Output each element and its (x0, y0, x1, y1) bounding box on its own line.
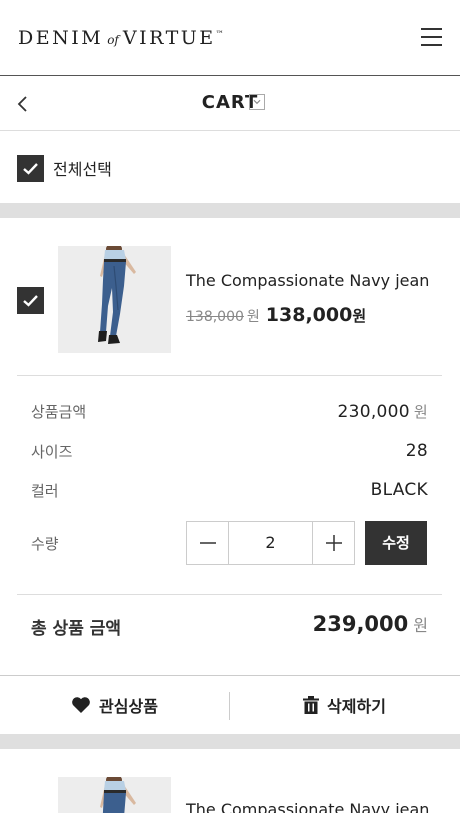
section-gap (0, 734, 460, 749)
add-to-wishlist-button[interactable]: 관심상품 (0, 676, 229, 734)
quantity-increase-button[interactable] (312, 522, 354, 564)
detail-value-price: 230,000 원 (337, 401, 428, 422)
total-price-amount: 239,000 (312, 612, 409, 636)
total-price-unit: 원 (413, 616, 428, 635)
cart-subheader: CART (0, 77, 460, 131)
detail-value-color: BLACK (370, 480, 428, 500)
original-price: 138,000 (186, 309, 244, 325)
quantity-input[interactable]: 2 (229, 522, 312, 564)
chevron-down-icon[interactable] (249, 94, 265, 110)
wishlist-label: 관심상품 (99, 697, 158, 716)
divider (17, 594, 442, 595)
detail-label-price: 상품금액 (31, 403, 87, 421)
minus-icon (199, 542, 216, 544)
detail-label-size: 사이즈 (31, 443, 73, 461)
detail-label-color: 컬러 (31, 482, 59, 500)
section-gap (0, 203, 460, 218)
sale-price-currency: 원 (352, 307, 367, 325)
original-price-currency: 원 (246, 309, 260, 325)
logo-trademark: ™ (215, 29, 224, 39)
heart-icon (72, 697, 90, 713)
quantity-decrease-button[interactable] (187, 522, 229, 564)
item-checkbox[interactable] (17, 287, 44, 314)
product-thumbnail[interactable] (58, 777, 171, 813)
hamburger-menu-icon[interactable] (421, 28, 442, 46)
detail-row-price: 상품금액 230,000 원 (31, 401, 428, 425)
price-unit: 원 (413, 403, 428, 421)
update-quantity-button[interactable]: 수정 (365, 521, 427, 565)
jeans-model-image (58, 777, 171, 813)
logo-word-denim: DENIM (18, 27, 104, 49)
total-price-label: 총 상품 금액 (31, 619, 122, 639)
delete-item-button[interactable]: 삭제하기 (230, 676, 459, 734)
plus-icon (325, 535, 342, 551)
delete-label: 삭제하기 (327, 697, 386, 716)
trash-icon (303, 696, 320, 714)
checkmark-icon (23, 295, 38, 307)
sale-price: 138,000 (265, 304, 353, 326)
logo-word-virtue: VIRTUE (122, 27, 216, 49)
app-header: DENIM of VIRTUE™ (0, 0, 460, 76)
logo-word-of: of (107, 33, 119, 47)
quantity-stepper: 2 (186, 521, 355, 565)
detail-row-color: 컬러 BLACK (31, 480, 428, 504)
product-name[interactable]: The Compassionate Navy jean (186, 800, 429, 813)
brand-logo[interactable]: DENIM of VIRTUE™ (18, 27, 224, 49)
select-all-label: 전체선택 (53, 160, 112, 179)
select-all-checkbox-row[interactable]: 전체선택 (17, 154, 112, 182)
price-amount: 230,000 (337, 402, 410, 422)
checkmark-icon (23, 162, 38, 175)
total-price-value: 239,000 원 (313, 612, 428, 636)
divider (17, 375, 442, 376)
jeans-model-image (58, 246, 171, 353)
detail-value-size: 28 (405, 441, 428, 461)
detail-label-quantity: 수량 (31, 535, 59, 553)
page-title: CART (201, 92, 259, 113)
product-name[interactable]: The Compassionate Navy jean (186, 271, 429, 290)
price-row: 138,000 원 138,000원 (186, 304, 366, 326)
select-all-checkbox[interactable] (17, 154, 44, 182)
product-thumbnail[interactable] (58, 246, 171, 353)
item-actions: 관심상품 삭제하기 (0, 675, 460, 734)
detail-row-size: 사이즈 28 (31, 441, 428, 465)
